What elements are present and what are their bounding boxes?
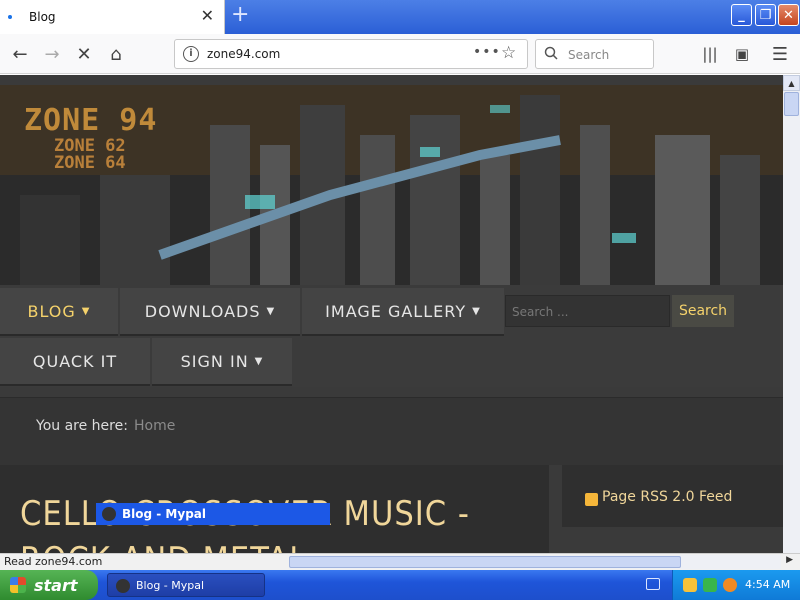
windows-logo-icon xyxy=(10,577,26,593)
url-text[interactable]: zone94.com xyxy=(207,47,280,61)
stop-loading-icon[interactable]: ✕ xyxy=(72,42,96,66)
logo-line-1: ZONE 94 xyxy=(24,103,158,138)
page-actions-icon[interactable]: ••• xyxy=(473,44,501,60)
hero-banner: ZONE 94 ZONE 62 ZONE 64 xyxy=(0,85,783,285)
window-maximize-button[interactable]: ❐ xyxy=(755,4,776,26)
taskbar-tooltip: Blog - Mypal xyxy=(96,503,330,525)
tab-close-icon[interactable]: ✕ xyxy=(201,8,214,24)
breadcrumb-label: You are here: xyxy=(36,418,128,434)
taskbar-item-label: Blog - Mypal xyxy=(136,578,205,592)
taskbar-item-blog-mypal[interactable]: Blog - Mypal xyxy=(107,573,265,597)
site-search-input[interactable]: Search ... xyxy=(505,295,670,327)
back-icon[interactable]: ← xyxy=(8,42,32,66)
library-icon[interactable]: ||| xyxy=(698,42,722,66)
logo-line-3: ZONE 64 xyxy=(54,153,126,173)
scroll-right-icon[interactable]: ▶ xyxy=(786,555,793,565)
main-menu: BLOG ▼ DOWNLOADS ▼ IMAGE GALLERY ▼ Searc… xyxy=(0,285,783,387)
start-button[interactable]: start xyxy=(0,570,98,600)
scroll-up-icon[interactable]: ▲ xyxy=(783,75,800,91)
menu-item-sign-in[interactable]: SIGN IN ▼ xyxy=(152,338,292,386)
system-tray: 4:54 AM xyxy=(672,570,800,600)
search-tray-icon[interactable] xyxy=(723,578,737,592)
security-shield-icon[interactable] xyxy=(683,578,697,592)
url-bar[interactable]: i zone94.com ••• ☆ xyxy=(174,39,528,69)
mypal-icon xyxy=(102,507,116,521)
search-icon xyxy=(544,46,558,60)
window-close-button[interactable]: ✕ xyxy=(778,4,799,26)
home-icon[interactable]: ⌂ xyxy=(104,42,128,66)
rss-panel: Page RSS 2.0 Feed xyxy=(562,465,783,527)
keyboard-icon[interactable] xyxy=(646,578,660,590)
vertical-scrollbar[interactable]: ▲ xyxy=(783,75,800,553)
tab-strip: Blog ✕ + _ ❐ ✕ xyxy=(0,0,800,34)
status-text: Read zone94.com xyxy=(4,555,103,568)
bookmark-star-icon[interactable]: ☆ xyxy=(501,43,516,63)
breadcrumb: You are here: Home xyxy=(0,397,783,465)
menu-item-quack-it[interactable]: QUACK IT xyxy=(0,338,150,386)
menu-item-label: QUACK IT xyxy=(32,351,118,371)
menu-item-label: DOWNLOADS xyxy=(144,301,261,321)
caret-down-icon: ▼ xyxy=(266,305,276,317)
caret-down-icon: ▼ xyxy=(472,305,481,317)
menu-item-blog[interactable]: BLOG ▼ xyxy=(0,288,118,336)
breadcrumb-home: Home xyxy=(134,418,176,434)
start-label: start xyxy=(34,575,78,595)
sidebar-toggle-icon[interactable]: ▣ xyxy=(730,42,754,66)
browser-search-input[interactable]: Search xyxy=(535,39,654,69)
caret-down-icon: ▼ xyxy=(81,305,91,317)
tooltip-text: Blog - Mypal xyxy=(122,507,206,521)
forward-icon[interactable]: → xyxy=(40,42,64,66)
window-minimize-button[interactable]: _ xyxy=(731,4,752,26)
site-logo[interactable]: ZONE 94 ZONE 62 ZONE 64 xyxy=(24,103,157,172)
tab-title: Blog xyxy=(29,10,56,24)
menu-item-label: IMAGE GALLERY xyxy=(325,301,467,321)
site-info-icon[interactable]: i xyxy=(183,46,199,62)
clock[interactable]: 4:54 AM xyxy=(745,578,790,591)
vertical-scroll-thumb[interactable] xyxy=(784,92,799,116)
tab-favicon-icon xyxy=(8,15,12,19)
site-search-button[interactable]: Search xyxy=(672,295,734,327)
browser-search-placeholder: Search xyxy=(568,48,610,62)
network-icon[interactable] xyxy=(703,578,717,592)
horizontal-scrollbar[interactable]: ▶ xyxy=(289,555,793,569)
menu-item-image-gallery[interactable]: IMAGE GALLERY ▼ xyxy=(302,288,504,336)
hamburger-menu-icon[interactable]: ☰ xyxy=(768,42,792,66)
menu-item-label: SIGN IN xyxy=(180,351,249,371)
rss-icon xyxy=(585,493,598,506)
rss-feed-link[interactable]: Page RSS 2.0 Feed xyxy=(602,489,732,505)
tab-blog[interactable]: Blog ✕ xyxy=(0,0,225,34)
menu-item-downloads[interactable]: DOWNLOADS ▼ xyxy=(120,288,300,336)
caret-down-icon: ▼ xyxy=(254,355,264,367)
nav-toolbar: ← → ✕ ⌂ i zone94.com ••• ☆ Search ||| ▣ … xyxy=(0,34,800,74)
menu-item-label: BLOG xyxy=(27,301,76,321)
taskbar: start Blog - Mypal 4:54 AM xyxy=(0,570,800,600)
mypal-icon xyxy=(116,579,130,593)
new-tab-icon[interactable]: + xyxy=(231,4,249,26)
web-page: ZONE 94 ZONE 62 ZONE 64 BLOG ▼ DOWNLOADS… xyxy=(0,75,783,553)
horizontal-scroll-thumb[interactable] xyxy=(289,556,681,568)
